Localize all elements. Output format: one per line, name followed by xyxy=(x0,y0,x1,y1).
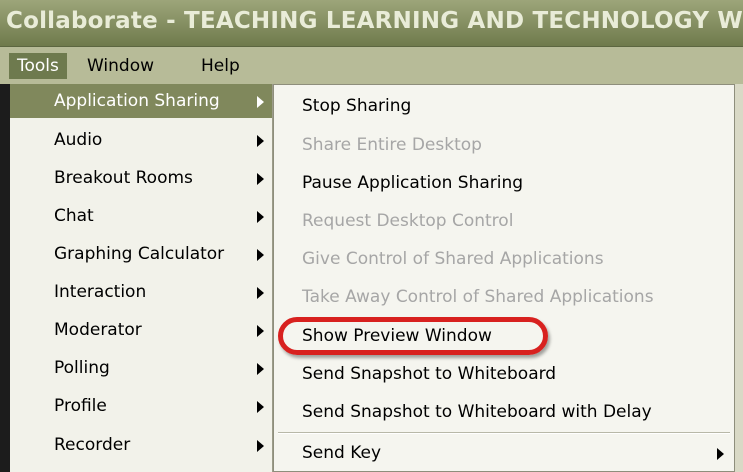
submenu-item-send-snapshot[interactable]: Send Snapshot to Whiteboard xyxy=(274,357,734,391)
tools-menu-item-polling[interactable]: Polling xyxy=(10,351,272,385)
tools-menu-item-interaction[interactable]: Interaction xyxy=(10,275,272,309)
submenu-item-take-away-control: Take Away Control of Shared Applications xyxy=(274,280,734,314)
application-sharing-submenu: Stop Sharing Share Entire Desktop Pause … xyxy=(273,84,735,472)
submenu-item-pause-application-sharing[interactable]: Pause Application Sharing xyxy=(274,166,734,200)
menu-item-label: Interaction xyxy=(54,282,147,302)
submenu-item-share-entire-desktop: Share Entire Desktop xyxy=(274,128,734,162)
menu-window[interactable]: Window xyxy=(79,53,162,79)
tools-menu-item-recorder[interactable]: Recorder xyxy=(10,428,272,462)
tools-menu-item-audio[interactable]: Audio xyxy=(10,123,272,157)
menu-item-label: Send Snapshot to Whiteboard xyxy=(302,364,557,384)
menu-separator xyxy=(278,432,730,434)
submenu-arrow-icon xyxy=(257,440,264,452)
tools-menu-item-moderator[interactable]: Moderator xyxy=(10,313,272,347)
submenu-arrow-icon xyxy=(257,249,264,261)
menu-item-label: Breakout Rooms xyxy=(54,168,193,188)
menu-item-label: Moderator xyxy=(54,320,142,340)
menu-item-label: Polling xyxy=(54,358,110,378)
submenu-arrow-icon xyxy=(257,363,264,375)
menu-item-label: Take Away Control of Shared Applications xyxy=(302,287,654,307)
tools-menu-item-chat[interactable]: Chat xyxy=(10,199,272,233)
menu-item-label: Give Control of Shared Applications xyxy=(302,249,604,269)
background-window-edge xyxy=(0,84,10,472)
menu-item-label: Graphing Calculator xyxy=(54,244,225,264)
tools-menu: Application Sharing Audio Breakout Rooms… xyxy=(10,84,273,472)
submenu-item-request-desktop-control: Request Desktop Control xyxy=(274,204,734,238)
menu-item-label: Share Entire Desktop xyxy=(302,135,482,155)
menu-tools[interactable]: Tools xyxy=(9,53,67,79)
tools-menu-item-graphing-calculator[interactable]: Graphing Calculator xyxy=(10,237,272,271)
menu-item-label: Application Sharing xyxy=(54,91,220,111)
menu-item-label: Audio xyxy=(54,130,103,150)
menu-item-label: Recorder xyxy=(54,435,131,455)
highlight-annotation-oval xyxy=(278,317,548,355)
submenu-item-send-snapshot-delay[interactable]: Send Snapshot to Whiteboard with Delay xyxy=(274,395,734,429)
submenu-item-send-key[interactable]: Send Key xyxy=(274,436,734,470)
tools-menu-item-application-sharing[interactable]: Application Sharing xyxy=(10,84,272,118)
menu-item-label: Chat xyxy=(54,206,94,226)
title-bar: Collaborate - TEACHING LEARNING AND TECH… xyxy=(0,0,743,47)
submenu-arrow-icon xyxy=(257,211,264,223)
submenu-arrow-icon xyxy=(257,135,264,147)
menu-item-label: Profile xyxy=(54,396,107,416)
menu-item-label: Send Snapshot to Whiteboard with Delay xyxy=(302,402,652,422)
menu-item-label: Pause Application Sharing xyxy=(302,173,524,193)
window-title: Collaborate - TEACHING LEARNING AND TECH… xyxy=(6,8,743,34)
menu-item-label: Stop Sharing xyxy=(302,96,412,116)
tools-menu-item-profile[interactable]: Profile xyxy=(10,389,272,423)
submenu-arrow-icon xyxy=(257,325,264,337)
submenu-arrow-icon xyxy=(257,287,264,299)
submenu-arrow-icon xyxy=(257,401,264,413)
submenu-item-stop-sharing[interactable]: Stop Sharing xyxy=(274,89,734,123)
background-window-edge-right xyxy=(735,84,743,472)
menu-help[interactable]: Help xyxy=(193,53,248,79)
submenu-item-give-control: Give Control of Shared Applications xyxy=(274,242,734,276)
tools-menu-item-breakout-rooms[interactable]: Breakout Rooms xyxy=(10,161,272,195)
menu-item-label: Request Desktop Control xyxy=(302,211,514,231)
menu-bar: Tools Window Help xyxy=(0,47,743,85)
submenu-arrow-icon xyxy=(257,173,264,185)
submenu-arrow-icon xyxy=(717,448,724,460)
submenu-arrow-icon xyxy=(257,96,264,108)
menu-item-label: Send Key xyxy=(302,443,382,463)
